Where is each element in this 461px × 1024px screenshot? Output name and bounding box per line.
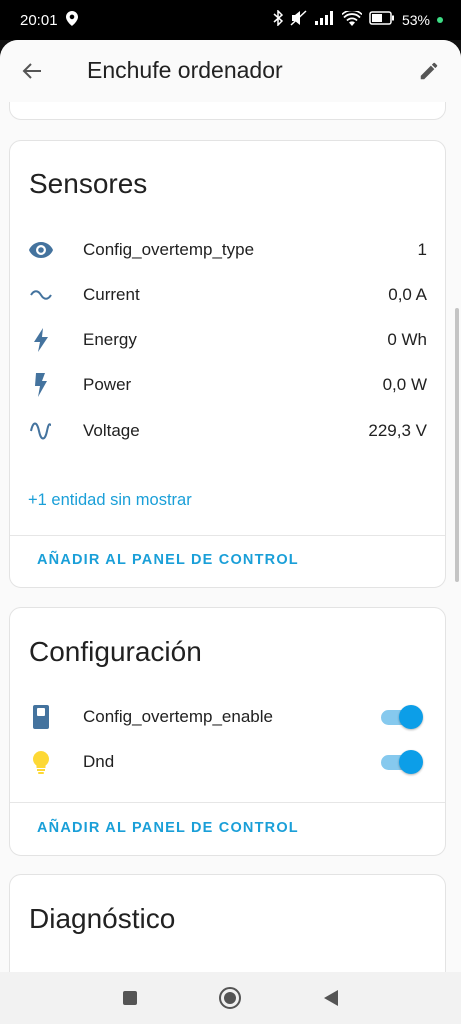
diagnostics-title: Diagnóstico <box>29 903 176 934</box>
sensor-value: 0,0 A <box>388 285 427 304</box>
sensor-row-current[interactable]: Current 0,0 A <box>10 275 445 315</box>
scrollbar[interactable] <box>455 308 459 582</box>
config-label: Dnd <box>83 752 115 771</box>
recents-button[interactable] <box>118 986 142 1010</box>
pencil-icon <box>420 62 438 80</box>
eye-icon <box>27 236 55 264</box>
app-surface: Enchufe ordenador Sensores Config_overte… <box>0 40 461 972</box>
back-nav-button[interactable] <box>319 986 343 1010</box>
sensor-label: Voltage <box>83 421 140 440</box>
sensor-row-energy[interactable]: Energy 0 Wh <box>10 320 445 360</box>
status-time: 20:01 <box>20 11 58 29</box>
back-button[interactable] <box>18 57 46 85</box>
edit-button[interactable] <box>415 57 443 85</box>
card-divider <box>10 802 445 803</box>
sensor-label: Config_overtemp_type <box>83 240 255 259</box>
bluetooth-icon <box>273 9 284 30</box>
signal-icon <box>314 11 335 29</box>
config-label: Config_overtemp_enable <box>83 707 273 726</box>
sensor-label: Power <box>83 375 132 394</box>
config-row-dnd[interactable]: Dnd <box>10 742 445 782</box>
home-circle-icon <box>219 987 241 1009</box>
sensor-row-voltage[interactable]: Voltage 229,3 V <box>10 411 445 451</box>
add-to-dashboard-button[interactable]: AÑADIR AL PANEL DE CONTROL <box>37 820 299 836</box>
mute-icon <box>290 10 308 30</box>
show-hidden-entities-link[interactable]: +1 entidad sin mostrar <box>28 491 192 510</box>
current-wave-icon <box>27 281 55 309</box>
charging-dot <box>437 17 443 23</box>
battery-level: 53% <box>401 12 430 28</box>
toggle-thumb <box>399 705 423 729</box>
lightbulb-icon <box>27 748 55 776</box>
scroll-content[interactable]: Sensores Config_overtemp_type 1 Current … <box>0 92 461 972</box>
sine-wave-icon <box>27 417 55 445</box>
card-divider <box>10 535 445 536</box>
configuration-card: Configuración Config_overtemp_enable Dnd <box>9 607 446 856</box>
sensor-row-power[interactable]: Power 0,0 W <box>10 365 445 405</box>
lightning-icon <box>27 326 55 354</box>
toggle-switch[interactable] <box>381 704 423 730</box>
power-flash-icon <box>27 371 55 399</box>
sensor-row-config-overtemp-type[interactable]: Config_overtemp_type 1 <box>10 230 445 270</box>
system-nav-bar <box>0 972 461 1024</box>
square-icon <box>123 991 137 1005</box>
sensor-value: 0 Wh <box>387 330 427 349</box>
toggle-switch[interactable] <box>381 749 423 775</box>
status-bar: 20:01 53% <box>0 0 461 40</box>
home-button[interactable] <box>218 986 242 1010</box>
sensor-value: 0,0 W <box>382 375 427 394</box>
wifi-icon <box>341 9 363 30</box>
sensor-label: Energy <box>83 330 137 349</box>
config-row-overtemp-enable[interactable]: Config_overtemp_enable <box>10 697 445 737</box>
sensor-label: Current <box>83 285 140 304</box>
app-bar: Enchufe ordenador <box>0 40 461 102</box>
back-arrow-icon <box>22 63 41 79</box>
switch-icon <box>27 703 55 731</box>
configuration-title: Configuración <box>29 636 202 667</box>
sensor-value: 1 <box>417 240 427 259</box>
sensor-value: 229,3 V <box>368 421 427 440</box>
sensors-card: Sensores Config_overtemp_type 1 Current … <box>9 140 446 588</box>
add-to-dashboard-button[interactable]: AÑADIR AL PANEL DE CONTROL <box>37 552 299 568</box>
battery-icon <box>369 11 395 29</box>
page-title: Enchufe ordenador <box>87 57 283 83</box>
location-icon <box>65 10 78 30</box>
triangle-back-icon <box>324 990 338 1006</box>
diagnostics-card: Diagnóstico <box>9 874 446 972</box>
toggle-thumb <box>399 750 423 774</box>
sensors-title: Sensores <box>29 168 148 199</box>
